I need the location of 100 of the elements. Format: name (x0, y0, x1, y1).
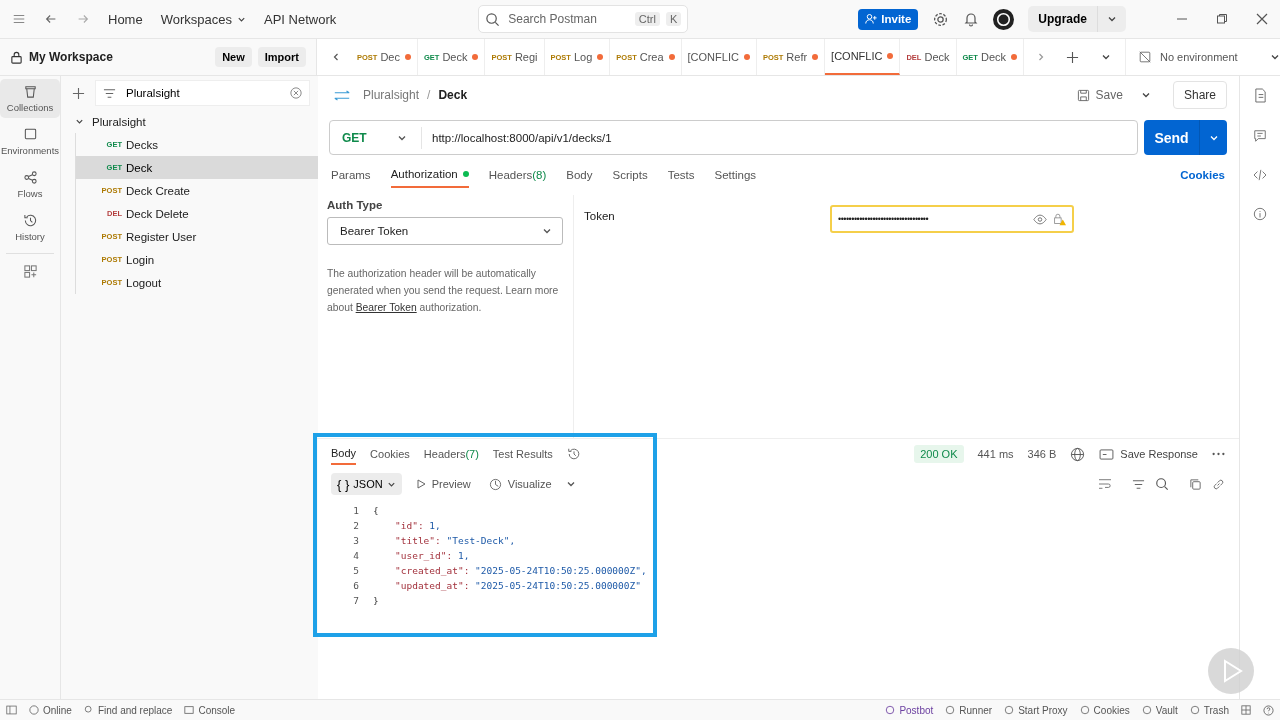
status-bar-item[interactable]: Cookies (1079, 704, 1130, 716)
response-tab[interactable]: Headers(7) (423, 443, 479, 465)
nav-link[interactable]: API Network (264, 11, 337, 27)
close-icon[interactable] (1256, 13, 1268, 25)
share-button[interactable]: Share (1172, 81, 1227, 109)
chevron-right-icon[interactable] (1036, 52, 1046, 62)
layout-icon[interactable] (1241, 705, 1251, 715)
menu-icon[interactable] (12, 12, 26, 26)
visualize-button[interactable]: Visualize (484, 477, 556, 491)
request-tab[interactable]: [CONFLIC (681, 39, 757, 75)
chevron-down-icon[interactable] (565, 479, 576, 489)
request-section-tab[interactable]: Scripts (612, 162, 648, 188)
chevron-left-icon[interactable] (331, 52, 341, 62)
back-arrow-icon[interactable] (44, 12, 58, 26)
info-icon[interactable] (1253, 207, 1267, 221)
comment-icon[interactable] (1253, 129, 1267, 143)
wrap-lines-icon[interactable] (1098, 478, 1112, 490)
request-section-tab[interactable]: Params (331, 162, 371, 188)
link-icon[interactable] (1212, 477, 1225, 491)
request-section-tab[interactable]: Settings (714, 162, 757, 188)
cookies-link[interactable]: Cookies (1180, 169, 1225, 181)
crossed-square-icon (1138, 50, 1152, 64)
request-section-tab[interactable]: Body (566, 162, 593, 188)
filter-input[interactable]: Pluralsight (124, 86, 282, 100)
url-field[interactable]: http://localhost:8000/api/v1/decks/1 (422, 131, 1137, 144)
avatar-icon[interactable] (993, 8, 1015, 30)
chevron-down-icon[interactable] (75, 117, 84, 126)
response-tab[interactable]: Test Results (492, 443, 553, 465)
add-widget-icon[interactable] (22, 264, 38, 279)
filter-icon[interactable] (1132, 477, 1145, 491)
invite-button[interactable]: Invite (858, 8, 919, 30)
settings-icon[interactable] (932, 10, 950, 28)
nav-link[interactable]: Home (108, 11, 143, 27)
workspace-button[interactable]: New (215, 47, 252, 67)
status-bar-item[interactable]: Trash (1189, 704, 1229, 716)
chevron-down-icon[interactable] (1140, 90, 1151, 100)
preview-button[interactable]: Preview (411, 478, 475, 490)
sidebar-nav-item[interactable]: Environments (0, 122, 60, 161)
plus-icon[interactable] (1066, 50, 1079, 64)
more-options-icon[interactable] (1212, 452, 1225, 456)
history-icon[interactable] (566, 447, 581, 461)
copy-icon[interactable] (1189, 477, 1202, 491)
status-bar-item[interactable]: Start Proxy (1004, 704, 1068, 716)
workspace-button[interactable]: Import (257, 47, 306, 67)
filter-field[interactable]: Pluralsight (95, 80, 310, 106)
status-bar-item[interactable]: Postbot (885, 704, 934, 716)
response-tab[interactable]: Body (331, 443, 357, 465)
request-section-tab[interactable]: Headers(8) (488, 162, 547, 188)
chevron-down-icon[interactable] (1107, 14, 1117, 24)
search-icon[interactable] (1155, 477, 1169, 491)
token-field[interactable]: •••••••••••••••••••••••••••••••••• (830, 205, 1074, 233)
request-url-bar[interactable]: GET http://localhost:8000/api/v1/decks/1 (329, 120, 1138, 155)
globe-icon[interactable] (1070, 446, 1086, 462)
sidebar-nav-icon (22, 213, 38, 228)
save-button[interactable]: Save (1076, 88, 1123, 102)
bearer-token-link[interactable]: Bearer Token (355, 302, 417, 313)
method-selector[interactable]: GET (330, 126, 422, 149)
status-bar-item[interactable]: Online (29, 704, 72, 716)
format-dropdown[interactable]: { } JSON (331, 473, 402, 495)
auth-type-dropdown[interactable]: Bearer Token (327, 217, 563, 245)
nav-link[interactable]: Workspaces (160, 11, 246, 27)
status-bar-item[interactable]: Vault (1141, 704, 1178, 716)
document-icon[interactable] (1253, 88, 1267, 103)
status-item-icon (945, 705, 956, 715)
sidebar-nav-icon (22, 127, 38, 142)
json-line: "title": "Test-Deck", (395, 535, 516, 546)
chevron-down-icon[interactable] (1101, 52, 1111, 62)
request-tab[interactable]: [CONFLIC (825, 39, 901, 75)
sidebar-toggle-icon[interactable] (6, 705, 17, 715)
status-bar-item[interactable]: Runner (945, 704, 993, 716)
eye-icon[interactable] (1033, 213, 1047, 225)
response-time: 441 ms (977, 448, 1014, 460)
clear-icon[interactable] (290, 87, 302, 99)
send-button[interactable]: Send (1144, 120, 1200, 155)
breadcrumb-link[interactable]: Pluralsight (363, 88, 420, 102)
save-response-button[interactable]: Save Response (1099, 448, 1198, 460)
sidebar-nav-label: History (15, 231, 45, 242)
notification-bell-icon[interactable] (963, 11, 980, 27)
sidebar-nav-item[interactable]: Collections (0, 79, 60, 118)
help-icon[interactable] (1263, 704, 1274, 716)
search-input[interactable]: Search Postman (506, 11, 629, 27)
shortcut-key: K (665, 12, 682, 26)
status-bar-item[interactable]: Find and replace (83, 704, 173, 716)
auth-type-label: Auth Type (327, 199, 384, 211)
maximize-icon[interactable] (1216, 13, 1228, 25)
breadcrumb-separator: / (427, 88, 431, 102)
sidebar-nav-item[interactable]: History (0, 208, 60, 247)
status-item-icon (1079, 705, 1090, 715)
line-number: 7 (352, 595, 359, 606)
workspace-title: My Workspace (29, 50, 113, 64)
collection-item[interactable]: Pluralsight (61, 110, 318, 133)
status-bar-item[interactable]: Console (184, 704, 236, 716)
request-section-tab[interactable]: Authorization (390, 162, 469, 188)
code-icon[interactable] (1253, 169, 1267, 181)
search-field[interactable]: Search Postman Ctrl K (478, 5, 689, 33)
sidebar-nav-item[interactable]: Flows (0, 165, 60, 204)
request-section-tab[interactable]: Tests (667, 162, 695, 188)
plus-icon[interactable] (72, 86, 85, 100)
environment-selector[interactable]: No environment (1125, 39, 1280, 75)
response-tab[interactable]: Cookies (370, 443, 410, 465)
